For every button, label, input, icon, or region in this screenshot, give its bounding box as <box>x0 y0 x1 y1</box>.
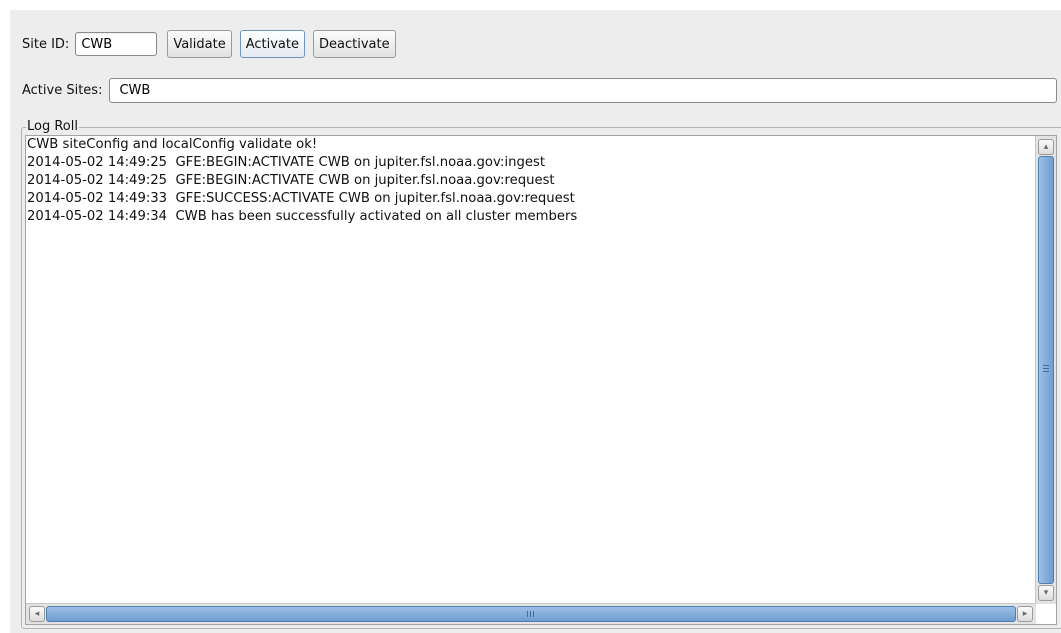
site-activation-window: Site ID: Validate Activate Deactivate Ac… <box>10 10 1061 633</box>
log-roll-group: Log Roll CWB siteConfig and localConfig … <box>21 119 1061 629</box>
vertical-scrollbar[interactable]: ▴ ▾ <box>1035 136 1056 604</box>
site-id-row: Site ID: Validate Activate Deactivate <box>22 30 396 58</box>
horizontal-scroll-thumb[interactable] <box>46 606 1016 622</box>
active-sites-field[interactable] <box>109 77 1057 103</box>
scroll-right-icon[interactable]: ▸ <box>1017 606 1033 622</box>
site-id-input[interactable] <box>75 32 158 56</box>
log-line: 2014-05-02 14:49:25 GFE:BEGIN:ACTIVATE C… <box>27 155 546 170</box>
scroll-down-icon[interactable]: ▾ <box>1038 585 1054 601</box>
grip-icon <box>1043 365 1049 373</box>
active-sites-row: Active Sites: <box>22 77 1057 103</box>
validate-button[interactable]: Validate <box>167 30 232 58</box>
vertical-scroll-thumb[interactable] <box>1038 156 1054 584</box>
activate-button[interactable]: Activate <box>239 30 305 58</box>
log-line: 2014-05-02 14:49:34 CWB has been success… <box>27 209 578 224</box>
log-line: 2014-05-02 14:49:33 GFE:SUCCESS:ACTIVATE… <box>27 191 575 206</box>
site-id-label: Site ID: <box>22 36 70 52</box>
log-content: CWB siteConfig and localConfig validate … <box>27 136 1035 602</box>
log-line: 2014-05-02 14:49:25 GFE:BEGIN:ACTIVATE C… <box>27 173 555 188</box>
log-line: CWB siteConfig and localConfig validate … <box>27 137 318 152</box>
active-sites-label: Active Sites: <box>22 82 103 98</box>
log-roll-title: Log Roll <box>26 119 79 135</box>
grip-icon <box>527 611 535 617</box>
log-text-area[interactable]: CWB siteConfig and localConfig validate … <box>25 135 1057 625</box>
scroll-left-icon[interactable]: ◂ <box>29 606 45 622</box>
deactivate-button[interactable]: Deactivate <box>313 30 396 58</box>
horizontal-scrollbar[interactable]: ◂ ▸ <box>26 603 1036 624</box>
scroll-up-icon[interactable]: ▴ <box>1038 139 1054 155</box>
